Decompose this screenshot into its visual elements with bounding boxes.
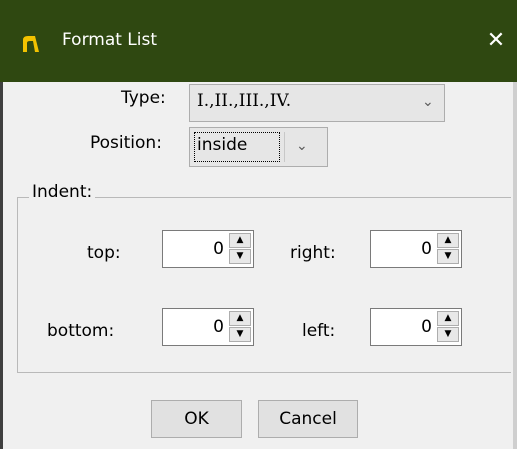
spin-down-icon[interactable]: ▼ xyxy=(437,249,459,264)
position-select-value: inside xyxy=(197,135,248,155)
window-title: Format List xyxy=(62,30,158,50)
indent-group xyxy=(17,197,511,373)
indent-left-value: 0 xyxy=(421,317,432,337)
type-select[interactable]: I.,II.,III.,IV. ⌄ xyxy=(189,84,445,122)
cancel-button[interactable]: Cancel xyxy=(258,400,358,438)
type-select-value: I.,II.,III.,IV. xyxy=(197,91,292,111)
indent-left-spinner[interactable]: 0 ▲ ▼ xyxy=(370,308,462,346)
chevron-down-icon: ⌄ xyxy=(422,94,434,110)
indent-bottom-value: 0 xyxy=(213,317,224,337)
app-icon xyxy=(20,33,42,55)
indent-left-label: left: xyxy=(302,321,336,341)
close-button[interactable]: ✕ xyxy=(481,26,511,56)
spin-up-icon[interactable]: ▲ xyxy=(437,311,459,326)
indent-right-spinner[interactable]: 0 ▲ ▼ xyxy=(370,230,462,268)
position-select[interactable]: inside ⌄ xyxy=(189,127,328,167)
title-bar[interactable]: Format List ✕ xyxy=(0,0,517,82)
indent-bottom-label: bottom: xyxy=(47,321,115,341)
type-label: Type: xyxy=(121,88,166,108)
spin-up-icon[interactable]: ▲ xyxy=(229,233,251,248)
spin-down-icon[interactable]: ▼ xyxy=(229,249,251,264)
spin-down-icon[interactable]: ▼ xyxy=(437,327,459,342)
indent-right-label: right: xyxy=(290,243,336,263)
spin-down-icon[interactable]: ▼ xyxy=(229,327,251,342)
indent-top-value: 0 xyxy=(213,239,224,259)
indent-top-spinner[interactable]: 0 ▲ ▼ xyxy=(162,230,254,268)
indent-legend: Indent: xyxy=(29,182,96,202)
indent-bottom-spinner[interactable]: 0 ▲ ▼ xyxy=(162,308,254,346)
select-divider xyxy=(284,132,285,162)
position-label: Position: xyxy=(90,133,162,153)
spin-up-icon[interactable]: ▲ xyxy=(229,311,251,326)
ok-button[interactable]: OK xyxy=(151,400,242,438)
close-icon: ✕ xyxy=(486,28,506,53)
chevron-down-icon: ⌄ xyxy=(296,138,308,154)
window-border-right xyxy=(513,82,517,449)
indent-top-label: top: xyxy=(87,243,121,263)
spin-up-icon[interactable]: ▲ xyxy=(437,233,459,248)
indent-right-value: 0 xyxy=(421,239,432,259)
